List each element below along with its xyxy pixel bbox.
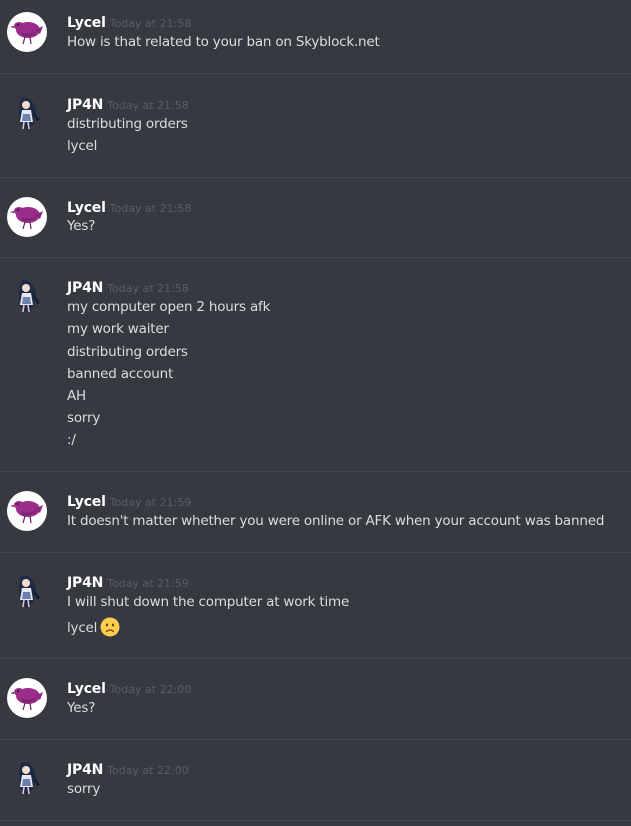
jp4n-avatar[interactable]: [7, 277, 47, 317]
message-text: Yes?: [67, 700, 96, 716]
message-text: my work waiter: [67, 321, 169, 337]
message-header: JP4N Today at 22:00: [67, 759, 189, 779]
username[interactable]: JP4N: [67, 762, 103, 778]
message-header: Lycel Today at 22:00: [67, 678, 191, 698]
message-text: Yes?: [67, 218, 96, 234]
timestamp[interactable]: Today at 21:58: [107, 282, 189, 295]
message-text: I will shut down the computer at work ti…: [67, 594, 350, 610]
slightly-frowning-face-icon[interactable]: [100, 617, 120, 637]
username[interactable]: Lycel: [67, 681, 106, 697]
message-text: my computer open 2 hours afk: [67, 299, 271, 315]
message-header: JP4N Today at 21:59: [67, 572, 189, 592]
username[interactable]: Lycel: [67, 15, 106, 31]
message-header: Lycel Today at 21:58: [67, 12, 191, 32]
timestamp[interactable]: Today at 21:59: [110, 496, 192, 509]
lycel-avatar[interactable]: [7, 197, 47, 237]
message-divider: [0, 658, 631, 659]
timestamp[interactable]: Today at 21:59: [107, 577, 189, 590]
message-divider: [0, 820, 631, 821]
message-divider: [0, 471, 631, 472]
lycel-avatar[interactable]: [7, 678, 47, 718]
message-divider: [0, 73, 631, 74]
timestamp[interactable]: Today at 21:58: [110, 17, 192, 30]
username[interactable]: JP4N: [67, 575, 103, 591]
message-text: distributing orders: [67, 116, 188, 132]
lycel-avatar[interactable]: [7, 12, 47, 52]
message-divider: [0, 177, 631, 178]
message-text: It doesn't matter whether you were onlin…: [67, 513, 605, 529]
message-text: How is that related to your ban on Skybl…: [67, 34, 380, 50]
username[interactable]: JP4N: [67, 97, 103, 113]
username[interactable]: JP4N: [67, 280, 103, 296]
username[interactable]: Lycel: [67, 200, 106, 216]
chat-messages: Lycel Today at 21:58 How is that related …: [0, 0, 631, 826]
message-divider: [0, 739, 631, 740]
message-header: Lycel Today at 21:58: [67, 197, 191, 217]
message-text: lycel: [67, 138, 98, 154]
message-text-with-emoji: lycel: [67, 617, 120, 639]
jp4n-avatar[interactable]: [7, 572, 47, 612]
jp4n-avatar[interactable]: [7, 94, 47, 134]
message-header: JP4N Today at 21:58: [67, 277, 189, 297]
message-header: Lycel Today at 21:59: [67, 491, 191, 511]
timestamp[interactable]: Today at 22:00: [110, 683, 192, 696]
message-text: sorry: [67, 781, 101, 797]
timestamp[interactable]: Today at 22:00: [107, 764, 189, 777]
lycel-avatar[interactable]: [7, 491, 47, 531]
message-text: :/: [67, 432, 76, 448]
message-text: sorry: [67, 410, 101, 426]
message-divider: [0, 552, 631, 553]
message-text: banned account: [67, 366, 174, 382]
message-text: distributing orders: [67, 344, 188, 360]
message-text: lycel: [67, 620, 98, 636]
username[interactable]: Lycel: [67, 494, 106, 510]
jp4n-avatar[interactable]: [7, 759, 47, 799]
message-divider: [0, 257, 631, 258]
timestamp[interactable]: Today at 21:58: [110, 202, 192, 215]
message-header: JP4N Today at 21:58: [67, 94, 189, 114]
message-text: AH: [67, 388, 86, 404]
timestamp[interactable]: Today at 21:58: [107, 99, 189, 112]
